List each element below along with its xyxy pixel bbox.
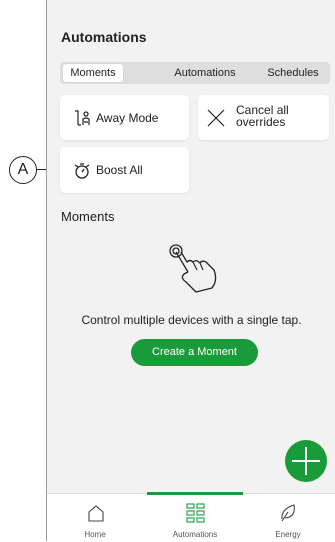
away-person-icon [75,110,90,126]
cancel-overrides-line2: overrides [236,115,286,129]
add-button[interactable] [285,440,327,482]
home-icon [88,505,104,522]
tab-bar: Moments Automations Schedules [60,62,330,84]
cancel-overrides-label: Cancel all overrides [236,104,289,128]
nav-home-label: Home [84,530,106,539]
phone-screen: Automations Moments Automations Schedule… [46,0,335,542]
callout-a: A [9,156,37,184]
away-mode-card[interactable]: Away Mode [60,95,189,140]
automations-grid-icon [186,503,205,523]
tab-automations[interactable]: Automations [160,62,250,84]
leaf-icon [281,504,295,522]
plus-icon [292,447,320,475]
create-moment-button[interactable]: Create a Moment [131,339,258,366]
moments-section-title: Moments [61,209,115,224]
nav-home[interactable]: Home [47,494,143,542]
boost-all-card[interactable]: Boost All [60,147,189,193]
boost-timer-icon [74,163,90,179]
tab-schedules[interactable]: Schedules [256,62,330,84]
tab-moments[interactable]: Moments [63,64,123,82]
page-title: Automations [61,29,147,45]
nav-energy[interactable]: Energy [240,494,335,542]
cancel-overrides-card[interactable]: Cancel all overrides [198,95,329,140]
bottom-navigation: Home Automations Energy [47,492,335,542]
nav-energy-label: Energy [275,530,301,539]
close-icon [207,109,225,127]
nav-automations-label: Automations [172,530,218,539]
hand-tap-icon [169,244,217,293]
away-mode-label: Away Mode [96,111,159,125]
nav-automations[interactable]: Automations [147,494,243,542]
boost-all-label: Boost All [96,163,143,177]
moments-description: Control multiple devices with a single t… [81,313,302,327]
